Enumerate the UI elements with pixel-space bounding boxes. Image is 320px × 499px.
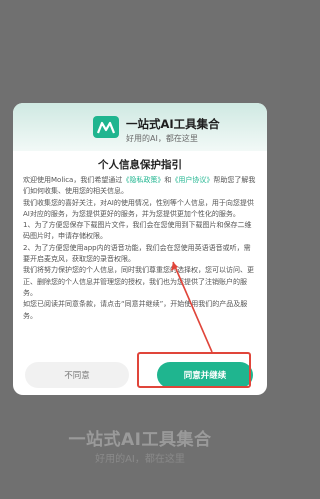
annotation-highlight-frame (137, 352, 251, 388)
app-subtitle: 好用的AI，都在这里 (126, 134, 198, 143)
disagree-button[interactable]: 不同意 (25, 362, 129, 388)
paragraph-consent: 如您已阅读并同意条款，请点击“同意并继续”，开始使用我们的产品及服务。 (23, 300, 248, 320)
user-agreement-link[interactable]: 《用户协议》 (171, 176, 213, 184)
privacy-policy-link[interactable]: 《隐私政策》 (122, 176, 164, 184)
paragraph-mic-permission: 2、为了方便您使用app内的语音功能，我们会在您使用英语语音或听，需要开启麦克风… (23, 243, 251, 264)
background-title: 一站式AI工具集合 (68, 430, 212, 450)
app-title: 一站式AI工具集合 (126, 117, 220, 131)
background-subtitle: 好用的AI，都在这里 (95, 454, 185, 465)
paragraph-storage-permission: 1、为了方便您保存下载图片文件，我们会在您使用到下载图片和保存二维码图片时，申请… (23, 221, 252, 241)
app-logo-icon (93, 116, 119, 138)
paragraph-protection: 我们将努力保护您的个人信息，同时我们尊重您的选择权，您可以访问、更正、删除您的个… (23, 266, 254, 297)
paragraph-collection: 我们收集您的喜好关注，对AI的使用情况，性别等个人信息，用于向您提供AI对应的服… (23, 198, 254, 218)
paragraph-intro: 欢迎使用Molica，我们希望通过《隐私政策》和《用户协议》帮助您了解我们如何收… (23, 175, 257, 198)
dialog-content: 欢迎使用Molica，我们希望通过《隐私政策》和《用户协议》帮助您了解我们如何收… (13, 175, 267, 322)
dialog-header: 一站式AI工具集合 好用的AI，都在这里 (13, 103, 267, 151)
intro-text-a: 欢迎使用Molica，我们希望通过 (23, 176, 123, 184)
modal-title: 个人信息保护指引 (98, 159, 182, 171)
